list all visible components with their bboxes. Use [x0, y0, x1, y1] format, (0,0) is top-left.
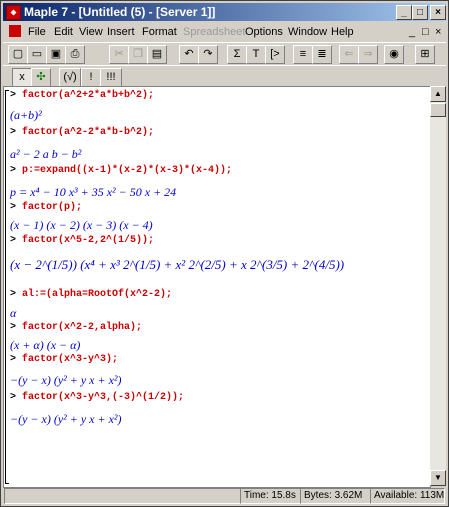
prompt: >	[10, 165, 23, 176]
indent-button[interactable]: ≡	[293, 45, 313, 64]
scroll-up-arrow-icon[interactable]: ▲	[430, 86, 446, 102]
minimize-button[interactable]: _	[396, 5, 412, 20]
insert-text-button[interactable]: T	[246, 45, 266, 64]
status-bar: Time: 15.8s Bytes: 3.62M Available: 113M	[2, 487, 445, 504]
status-available: Available: 113M	[370, 488, 445, 504]
paste-button[interactable]: ▤	[147, 45, 167, 64]
scroll-thumb[interactable]	[430, 103, 446, 117]
maple-notation-button[interactable]: x	[12, 68, 32, 87]
forward-button[interactable]: ⇒	[358, 45, 378, 64]
menu-edit[interactable]: Edit	[54, 26, 73, 38]
input-line[interactable]: > factor(a^2+2*a*b+b^2);	[10, 90, 154, 101]
close-button[interactable]: ×	[430, 5, 446, 20]
prompt: >	[10, 127, 23, 138]
print-button[interactable]: ⎙	[65, 45, 85, 64]
input-text: factor(x^3-y^3,(-3)^(1/2));	[22, 392, 185, 403]
input-text: factor(p);	[22, 202, 83, 213]
doc-minimize-button[interactable]: _	[409, 26, 415, 38]
prompt: >	[10, 235, 23, 246]
menu-options[interactable]: Options	[245, 26, 283, 38]
input-text: factor(x^5-2,2^(1/5));	[22, 235, 155, 246]
menu-spreadsheet[interactable]: Spreadsheet	[183, 26, 245, 38]
input-line[interactable]: > factor(x^3-y^3,(-3)^(1/2));	[10, 392, 184, 403]
cut-button[interactable]: ✂	[109, 45, 129, 64]
worksheet[interactable]: > factor(a^2+2*a*b+b^2); (a+b)² > factor…	[3, 86, 431, 488]
output-line: (x − 2^(1/5)) (x⁴ + x³ 2^(1/5) + x² 2^(2…	[10, 257, 345, 272]
status-message	[4, 488, 241, 504]
vertical-scrollbar[interactable]: ▲ ▼	[430, 86, 446, 486]
status-time: Time: 15.8s	[240, 488, 301, 504]
output-line: a² − 2 a b − b²	[10, 147, 82, 161]
execution-group-bracket	[5, 90, 9, 484]
menu-bar: File Edit View Insert Format Spreadsheet…	[3, 23, 446, 41]
insert-math-button[interactable]: Σ	[227, 45, 247, 64]
doc-close-button[interactable]: ×	[435, 26, 441, 38]
input-line[interactable]: > factor(x^2-2,alpha);	[10, 322, 142, 333]
execute-worksheet-button[interactable]: !	[81, 68, 101, 87]
input-text: p:=expand((x-1)*(x-2)*(x-3)*(x-4));	[22, 165, 233, 176]
prompt: >	[10, 354, 23, 365]
output-line: p = x⁴ − 10 x³ + 35 x² − 50 x + 24	[10, 185, 177, 199]
maple-leaf-icon[interactable]	[6, 5, 21, 20]
maximize-button[interactable]: □	[412, 5, 428, 20]
back-button[interactable]: ⇐	[339, 45, 359, 64]
output-line: α	[10, 306, 17, 320]
standard-math-button[interactable]: ✣	[31, 68, 51, 87]
open-button[interactable]: ▭	[27, 45, 47, 64]
save-button[interactable]: ▣	[46, 45, 66, 64]
menu-format[interactable]: Format	[142, 26, 177, 38]
output-line: −(y − x) (y² + y x + x²)	[10, 373, 122, 387]
prompt: >	[10, 90, 23, 101]
main-toolbar: ▢ ▭ ▣ ⎙ ✂ ❐ ▤ ↶ ↷ Σ T [> ≡ ≣ ⇐ ⇒ ◉ ⊞	[3, 42, 446, 66]
document-icon[interactable]	[9, 25, 21, 37]
input-line[interactable]: > factor(a^2-2*a*b-b^2);	[10, 127, 154, 138]
input-line[interactable]: > factor(p);	[10, 202, 82, 213]
input-line[interactable]: > factor(x^5-2,2^(1/5));	[10, 235, 154, 246]
insert-prompt-button[interactable]: [>	[265, 45, 285, 64]
prompt: >	[10, 202, 23, 213]
prompt: >	[10, 392, 23, 403]
output-line: (x − 1) (x − 2) (x − 3) (x − 4)	[10, 218, 153, 232]
undo-button[interactable]: ↶	[179, 45, 199, 64]
redo-button[interactable]: ↷	[198, 45, 218, 64]
title-bar[interactable]: Maple 7 - [Untitled (5) - [Server 1]] _ …	[3, 3, 446, 21]
menu-window[interactable]: Window	[288, 26, 327, 38]
new-document-button[interactable]: ▢	[8, 45, 28, 64]
restart-button[interactable]: ⊞	[415, 45, 435, 64]
input-text: factor(a^2-2*a*b-b^2);	[22, 127, 155, 138]
menu-view[interactable]: View	[79, 26, 103, 38]
menu-help[interactable]: Help	[331, 26, 354, 38]
window-title: Maple 7 - [Untitled (5) - [Server 1]]	[24, 5, 216, 19]
prompt: >	[10, 289, 23, 300]
output-line: −(y − x) (y² + y x + x²)	[10, 412, 122, 426]
output-line: (a+b)²	[10, 108, 42, 122]
menu-file[interactable]: File	[28, 26, 46, 38]
doc-restore-button[interactable]: □	[422, 26, 429, 38]
input-line[interactable]: > factor(x^3-y^3);	[10, 354, 118, 365]
output-line: (x + α) (x − α)	[10, 338, 81, 352]
execute-button[interactable]: (√)	[59, 68, 81, 87]
input-text: factor(x^2-2,alpha);	[22, 322, 143, 333]
input-text: al:=(alpha=RootOf(x^2-2);	[22, 289, 173, 300]
input-text: factor(a^2+2*a*b+b^2);	[22, 90, 155, 101]
menu-insert[interactable]: Insert	[107, 26, 135, 38]
status-bytes: Bytes: 3.62M	[300, 488, 371, 504]
input-line[interactable]: > p:=expand((x-1)*(x-2)*(x-3)*(x-4));	[10, 165, 232, 176]
stop-button[interactable]: ◉	[384, 45, 404, 64]
scroll-down-arrow-icon[interactable]: ▼	[430, 470, 446, 486]
input-text: factor(x^3-y^3);	[22, 354, 119, 365]
outdent-button[interactable]: ≣	[312, 45, 332, 64]
prompt: >	[10, 322, 23, 333]
copy-button[interactable]: ❐	[128, 45, 148, 64]
input-line[interactable]: > al:=(alpha=RootOf(x^2-2);	[10, 289, 172, 300]
execute-all-button[interactable]: !!!	[100, 68, 122, 87]
